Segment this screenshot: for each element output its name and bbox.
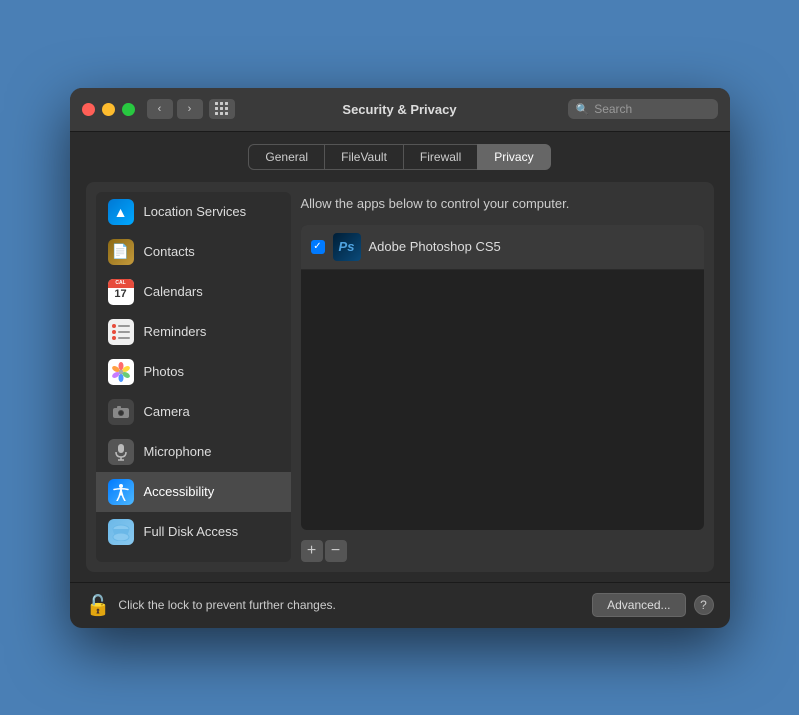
sidebar-item-label: Reminders (144, 324, 207, 339)
grid-icon (215, 102, 229, 116)
window-title: Security & Privacy (342, 102, 456, 117)
sidebar-item-contacts[interactable]: 📄 Contacts (96, 232, 291, 272)
photoshop-icon: Ps (333, 233, 361, 261)
tab-privacy[interactable]: Privacy (477, 144, 550, 170)
titlebar: ‹ › Security & Privacy 🔍 (70, 88, 730, 132)
full-disk-access-icon (108, 519, 134, 545)
list-item: ✓ Ps Adobe Photoshop CS5 (301, 225, 704, 270)
content-area: General FileVault Firewall Privacy ▲ Loc… (70, 132, 730, 572)
lock-icon[interactable]: 🔓 (86, 593, 111, 618)
panel-description: Allow the apps below to control your com… (301, 192, 704, 215)
help-button[interactable]: ? (694, 595, 714, 615)
advanced-button[interactable]: Advanced... (592, 593, 685, 617)
minimize-button[interactable] (102, 103, 115, 116)
sidebar-item-label: Location Services (144, 204, 247, 219)
app-checkbox[interactable]: ✓ (311, 240, 325, 254)
close-button[interactable] (82, 103, 95, 116)
main-panel: ▲ Location Services 📄 Contacts CAL 17 Ca… (86, 182, 714, 572)
contacts-icon: 📄 (108, 239, 134, 265)
tab-filevault[interactable]: FileVault (324, 144, 404, 170)
sidebar-item-reminders[interactable]: Reminders (96, 312, 291, 352)
back-button[interactable]: ‹ (147, 99, 173, 119)
traffic-lights (82, 103, 135, 116)
footer-text: Click the lock to prevent further change… (118, 598, 592, 612)
tab-firewall[interactable]: Firewall (403, 144, 478, 170)
app-name: Adobe Photoshop CS5 (369, 239, 501, 254)
sidebar-item-location-services[interactable]: ▲ Location Services (96, 192, 291, 232)
calendars-icon: CAL 17 (108, 279, 134, 305)
search-input[interactable] (594, 102, 709, 116)
sidebar-item-label: Contacts (144, 244, 195, 259)
photos-icon (108, 359, 134, 385)
sidebar-item-label: Accessibility (144, 484, 215, 499)
list-buttons: + − (301, 540, 704, 562)
footer: 🔓 Click the lock to prevent further chan… (70, 582, 730, 628)
tab-general[interactable]: General (248, 144, 325, 170)
right-panel: Allow the apps below to control your com… (301, 192, 704, 562)
sidebar: ▲ Location Services 📄 Contacts CAL 17 Ca… (96, 192, 291, 562)
checkmark-icon: ✓ (313, 241, 321, 252)
sidebar-item-label: Camera (144, 404, 190, 419)
location-services-icon: ▲ (108, 199, 134, 225)
remove-app-button[interactable]: − (325, 540, 347, 562)
search-box[interactable]: 🔍 (568, 99, 718, 119)
app-list: ✓ Ps Adobe Photoshop CS5 (301, 225, 704, 530)
grid-button[interactable] (209, 99, 235, 119)
add-app-button[interactable]: + (301, 540, 323, 562)
sidebar-item-label: Microphone (144, 444, 212, 459)
camera-icon (108, 399, 134, 425)
search-icon: 🔍 (576, 103, 590, 116)
sidebar-item-full-disk-access[interactable]: Full Disk Access (96, 512, 291, 552)
sidebar-item-label: Full Disk Access (144, 524, 239, 539)
sidebar-item-accessibility[interactable]: Accessibility (96, 472, 291, 512)
tab-bar: General FileVault Firewall Privacy (86, 144, 714, 170)
sidebar-item-camera[interactable]: Camera (96, 392, 291, 432)
maximize-button[interactable] (122, 103, 135, 116)
reminders-icon (108, 319, 134, 345)
sidebar-item-label: Calendars (144, 284, 203, 299)
microphone-icon (108, 439, 134, 465)
sidebar-item-calendars[interactable]: CAL 17 Calendars (96, 272, 291, 312)
forward-button[interactable]: › (177, 99, 203, 119)
accessibility-icon (108, 479, 134, 505)
sidebar-item-microphone[interactable]: Microphone (96, 432, 291, 472)
sidebar-item-label: Photos (144, 364, 184, 379)
system-preferences-window: ‹ › Security & Privacy 🔍 General FileVau… (70, 88, 730, 628)
nav-buttons: ‹ › (147, 99, 203, 119)
sidebar-item-photos[interactable]: Photos (96, 352, 291, 392)
